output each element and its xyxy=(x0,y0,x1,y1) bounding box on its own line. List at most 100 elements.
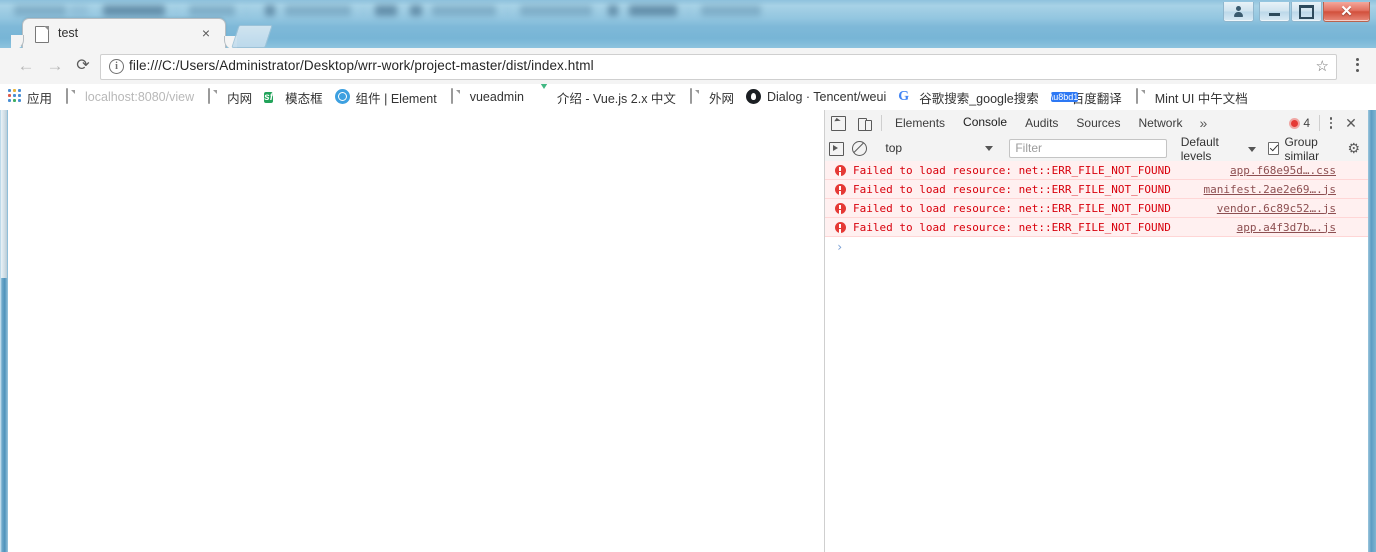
bookmarks-bar: 应用 localhost:8080/view 内网 sf 模态框 组件 | El… xyxy=(0,84,1376,111)
page-icon xyxy=(206,88,222,105)
more-tabs-icon[interactable]: » xyxy=(1191,112,1215,134)
window-right-border xyxy=(1368,110,1376,552)
console-message-source[interactable]: vendor.6c89c52….js xyxy=(1217,202,1336,215)
bookmark-google-search[interactable]: G 谷歌搜索_google搜索 xyxy=(892,86,1045,108)
console-message[interactable]: Failed to load resource: net::ERR_FILE_N… xyxy=(825,161,1368,180)
devtools-close-button[interactable]: ✕ xyxy=(1340,114,1362,132)
console-message[interactable]: Failed to load resource: net::ERR_FILE_N… xyxy=(825,199,1368,218)
page-icon xyxy=(1134,88,1150,105)
bookmark-vueadmin[interactable]: vueadmin xyxy=(443,86,530,108)
console-message-source[interactable]: manifest.2ae2e69….js xyxy=(1204,183,1336,196)
bookmark-dialog-tencent[interactable]: Dialog · Tencent/weui xyxy=(740,86,892,108)
page-icon xyxy=(449,88,465,105)
back-button[interactable]: ← xyxy=(16,56,36,76)
page-icon xyxy=(64,88,80,105)
console-input-prompt[interactable]: › xyxy=(825,237,1368,257)
devtools-right-tools: 4 ✕ xyxy=(1289,114,1368,132)
apps-grid-icon xyxy=(6,89,22,105)
error-icon xyxy=(835,164,846,176)
github-icon xyxy=(745,89,762,105)
console-message[interactable]: Failed to load resource: net::ERR_FILE_N… xyxy=(825,218,1368,237)
bookmark-label: 外网 xyxy=(708,91,734,106)
window-left-border xyxy=(0,110,8,552)
tab-audits[interactable]: Audits xyxy=(1016,111,1067,136)
console-message[interactable]: Failed to load resource: net::ERR_FILE_N… xyxy=(825,180,1368,199)
page-info-icon[interactable]: i xyxy=(109,59,124,74)
bookmark-intranet[interactable]: 内网 xyxy=(200,86,258,108)
chevron-down-icon xyxy=(985,146,994,151)
page-icon xyxy=(688,88,704,105)
page-icon xyxy=(35,26,49,43)
inspect-cursor-icon xyxy=(830,115,846,131)
error-icon xyxy=(835,221,846,233)
bookmark-label: 应用 xyxy=(27,91,53,106)
error-count-badge[interactable]: 4 xyxy=(1289,116,1317,130)
bookmark-modal[interactable]: sf 模态框 xyxy=(258,86,329,108)
bookmark-apps[interactable]: 应用 xyxy=(0,86,58,108)
baidu-fanyi-icon: \u8bd1 xyxy=(1050,92,1079,102)
browser-window: ✕ test × ← → ⟳ i file:///C:/Users/Admini… xyxy=(0,0,1376,552)
bookmark-localhost[interactable]: localhost:8080/view xyxy=(58,86,200,108)
divider xyxy=(1319,115,1320,131)
console-message-source[interactable]: app.a4f3d7b….js xyxy=(1237,221,1336,234)
bookmark-vuejs[interactable]: 介绍 - Vue.js 2.x 中文 xyxy=(530,84,682,108)
tab-test[interactable]: test × xyxy=(11,18,237,48)
console-message-text: Failed to load resource: net::ERR_FILE_N… xyxy=(853,182,1171,196)
tab-network[interactable]: Network xyxy=(1129,111,1191,136)
log-levels-label: Default levels xyxy=(1180,134,1219,163)
reload-button[interactable]: ⟳ xyxy=(73,56,93,76)
console-sidebar-button[interactable] xyxy=(825,137,848,161)
group-similar-label: Group similar xyxy=(1284,134,1320,163)
error-icon xyxy=(835,202,846,214)
bookmark-mint-ui[interactable]: Mint UI 中午文档 xyxy=(1128,86,1254,108)
clear-console-icon xyxy=(852,141,868,156)
bookmark-label: localhost:8080/view xyxy=(85,90,195,104)
bookmark-label: Mint UI 中午文档 xyxy=(1154,91,1248,106)
url-text: file:///C:/Users/Administrator/Desktop/w… xyxy=(129,58,594,73)
devtools-settings-button[interactable]: ⚙ xyxy=(1347,140,1360,157)
window-border-highlight xyxy=(1,110,7,278)
tab-strip: test × xyxy=(0,18,1376,48)
content-area: Elements Console Audits Sources Network … xyxy=(0,110,1376,552)
bookmark-star-icon[interactable]: ☆ xyxy=(1316,58,1329,75)
user-icon xyxy=(1234,6,1243,17)
bookmark-element[interactable]: 组件 | Element xyxy=(329,86,443,108)
toggle-device-toolbar-button[interactable] xyxy=(851,111,877,135)
minimize-icon xyxy=(1269,13,1280,16)
bookmark-baidu-translate[interactable]: \u8bd1 百度翻译 xyxy=(1045,86,1128,108)
forward-button[interactable]: → xyxy=(45,56,65,76)
tab-close-icon[interactable]: × xyxy=(198,25,214,41)
console-message-text: Failed to load resource: net::ERR_FILE_N… xyxy=(853,201,1171,215)
inspect-element-button[interactable] xyxy=(825,111,851,135)
console-message-source[interactable]: app.f68e95d….css xyxy=(1230,164,1336,177)
console-filter-input[interactable]: Filter xyxy=(1009,139,1167,158)
bookmark-extranet[interactable]: 外网 xyxy=(682,86,740,108)
bookmark-label: 介绍 - Vue.js 2.x 中文 xyxy=(556,91,676,106)
console-sidebar-icon xyxy=(829,141,845,156)
log-levels-dropdown[interactable]: Default levels xyxy=(1181,135,1256,163)
bookmark-label: vueadmin xyxy=(469,90,524,104)
tab-sources[interactable]: Sources xyxy=(1067,111,1129,136)
page-viewport[interactable] xyxy=(8,110,825,552)
execution-context-select[interactable]: top xyxy=(877,139,1001,158)
address-bar[interactable]: i file:///C:/Users/Administrator/Desktop… xyxy=(100,54,1337,80)
execution-context-value: top xyxy=(885,141,903,155)
google-icon: G xyxy=(898,89,910,104)
console-message-list[interactable]: Failed to load resource: net::ERR_FILE_N… xyxy=(825,161,1368,552)
new-tab-button[interactable] xyxy=(231,25,273,48)
devtools-menu-button[interactable] xyxy=(1322,114,1340,132)
divider xyxy=(881,115,882,131)
browser-menu-button[interactable] xyxy=(1349,58,1365,75)
sf-icon: sf xyxy=(264,92,274,103)
group-similar-checkbox[interactable]: Group similar xyxy=(1267,134,1348,163)
clear-console-button[interactable] xyxy=(848,137,871,161)
bookmark-label: 内网 xyxy=(227,91,253,106)
tab-title: test xyxy=(58,26,79,40)
close-icon: ✕ xyxy=(1340,3,1353,20)
tab-elements[interactable]: Elements xyxy=(886,111,954,136)
tab-console[interactable]: Console xyxy=(954,110,1016,137)
console-message-text: Failed to load resource: net::ERR_FILE_N… xyxy=(853,163,1171,177)
device-toolbar-icon xyxy=(857,117,872,131)
console-message-text: Failed to load resource: net::ERR_FILE_N… xyxy=(853,220,1171,234)
vue-icon xyxy=(536,84,552,105)
